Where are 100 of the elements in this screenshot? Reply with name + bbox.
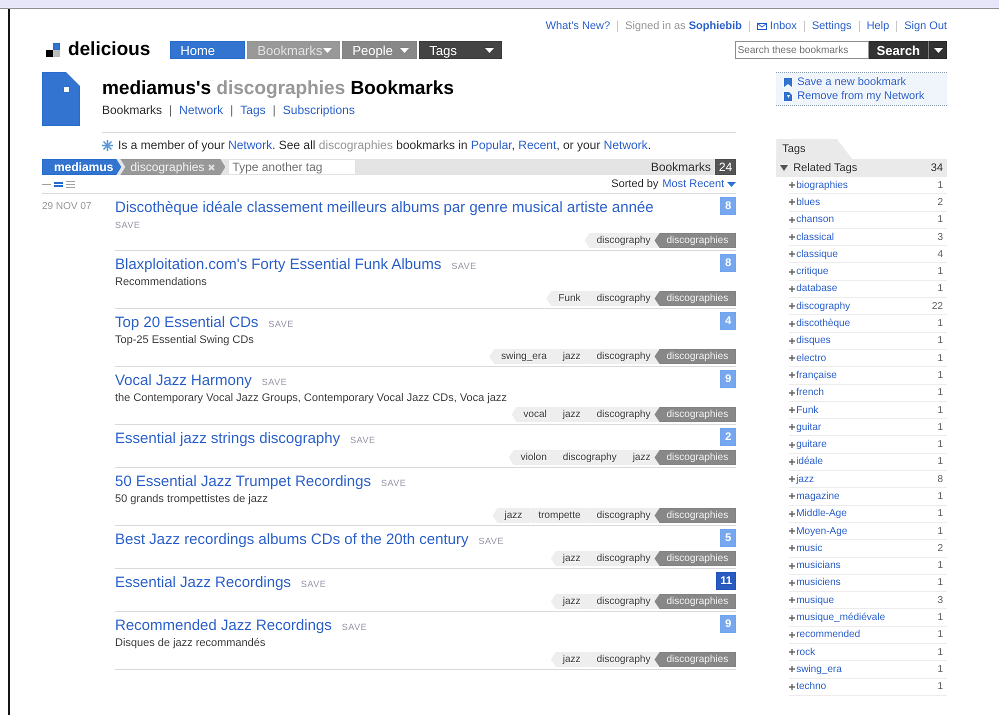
related-tag-link[interactable]: classique [796, 248, 838, 260]
save-link[interactable]: SAVE [451, 261, 477, 273]
search-button[interactable]: Search [868, 41, 928, 59]
save-link[interactable]: SAVE [268, 319, 294, 331]
related-tag-link[interactable]: electro [796, 352, 826, 364]
plus-icon [789, 338, 796, 344]
subnav-link[interactable]: Network [179, 103, 224, 117]
subnav-link[interactable]: Subscriptions [282, 103, 355, 117]
related-tag-link[interactable]: disques [796, 335, 831, 346]
action-link[interactable]: Remove from my Network [797, 90, 924, 102]
nav-tab[interactable]: People [342, 41, 418, 59]
related-tag-link[interactable]: Moyen-Age [796, 526, 848, 537]
network-link[interactable]: Recent [518, 138, 556, 152]
tag-chip[interactable]: discographies [654, 349, 736, 364]
tag-chip[interactable]: discographies [654, 233, 736, 248]
related-tag-link[interactable]: magazine [796, 490, 840, 502]
related-tag-link[interactable]: swing_era [796, 664, 842, 675]
save-link[interactable]: SAVE [115, 220, 654, 230]
related-tag-link[interactable]: musicians [796, 560, 841, 572]
subnav-link[interactable]: Tags [240, 103, 266, 117]
related-tag-link[interactable]: blues [796, 196, 820, 208]
sidebar-tab[interactable]: Tags [776, 139, 852, 159]
tag-count: 1 [937, 422, 944, 433]
help-link[interactable]: Help [866, 20, 890, 32]
tag-count: 1 [937, 646, 944, 658]
related-tag-link[interactable]: rock [796, 646, 816, 658]
network-link[interactable]: Popular [470, 138, 512, 152]
save-link[interactable]: SAVE [300, 579, 326, 591]
related-tag-link[interactable]: music [796, 542, 822, 554]
tag-chip[interactable]: discographies [654, 594, 736, 609]
inbox-link[interactable]: Inbox [756, 20, 797, 32]
tag-chip[interactable]: jazz [550, 551, 589, 566]
related-tag-link[interactable]: techno [796, 681, 826, 692]
network-link[interactable]: Network [604, 138, 648, 152]
related-tag-link[interactable]: recommended [796, 629, 860, 640]
tag-chip[interactable]: discographies [654, 407, 736, 422]
saves-count[interactable]: 11 [716, 572, 736, 590]
double-line-view-icon[interactable] [54, 180, 63, 188]
tag-chip[interactable]: discographies [654, 450, 736, 465]
tag-chip[interactable]: vocal [511, 407, 555, 422]
related-tag-link[interactable]: discography [796, 300, 850, 312]
related-tag-link[interactable]: française [796, 370, 837, 381]
bookmark-title-link[interactable]: Discothèque idéale classement meilleurs albums par genre musical artiste année [115, 199, 654, 216]
tag-chip[interactable]: jazz [550, 652, 589, 667]
tag-count: 1 [937, 681, 944, 692]
related-tag-link[interactable]: musique [796, 594, 834, 606]
tag-chip[interactable]: discographies [654, 508, 736, 523]
search-field[interactable]: Search these bookmarks [734, 41, 869, 59]
bookmark-title-link[interactable]: Vocal Jazz Harmony [115, 372, 252, 389]
tag-chip[interactable]: discographies [654, 291, 736, 306]
user-crumb[interactable]: mediamus [42, 159, 122, 175]
nav-tab[interactable]: Tags [419, 41, 502, 59]
related-tag-link[interactable]: Funk [796, 404, 818, 416]
related-tag-link[interactable]: critique [796, 266, 828, 278]
tag-chip[interactable]: Funk [546, 291, 589, 306]
tag-chip[interactable]: jazz [550, 594, 589, 609]
related-tags-header[interactable]: Related Tags 34 [776, 159, 947, 177]
bookmark-title-link[interactable]: 50 Essential Jazz Trumpet Recordings [115, 473, 371, 490]
tag-input-field[interactable]: Type another tag [229, 160, 356, 174]
action-link[interactable]: Save a new bookmark [797, 76, 906, 88]
bookmark-title-link[interactable]: Recommended Jazz Recordings [115, 617, 332, 634]
save-link[interactable]: SAVE [478, 536, 504, 548]
related-tag-link[interactable]: musique_médiévale [796, 612, 886, 624]
whats-new-link[interactable]: What's New? [546, 20, 610, 32]
tag-chip[interactable]: discographies [654, 551, 736, 566]
save-link[interactable]: SAVE [380, 478, 406, 490]
related-tag-link[interactable]: guitare [796, 439, 827, 450]
tag-chip[interactable]: jazz [492, 508, 530, 523]
related-tag-link[interactable]: biographies [796, 180, 848, 191]
sign-out-link[interactable]: Sign Out [904, 20, 947, 32]
tag-chip[interactable]: discography [584, 233, 658, 248]
related-tag-link[interactable]: discothèque [796, 318, 850, 330]
bookmark-title-link[interactable]: Essential jazz strings discography [115, 430, 340, 447]
related-tag-link[interactable]: jazz [796, 474, 814, 485]
tag-chip[interactable]: violon [508, 450, 555, 465]
sort-dropdown[interactable]: Most Recent [662, 178, 736, 190]
save-link[interactable]: SAVE [350, 435, 376, 447]
related-tag-link[interactable]: musiciens [796, 577, 841, 588]
related-tag-link[interactable]: guitar [796, 422, 822, 433]
related-tag-link[interactable]: idéale [796, 456, 823, 468]
related-tag-link[interactable]: french [796, 387, 824, 398]
user-link[interactable]: Sophiebib [688, 20, 742, 32]
save-link[interactable]: SAVE [262, 377, 288, 389]
bookmark-title-link[interactable]: Top 20 Essential CDs [115, 314, 258, 331]
search-dropdown-button[interactable] [928, 41, 947, 59]
save-link[interactable]: SAVE [342, 622, 368, 634]
network-link[interactable]: Network [228, 138, 272, 152]
tag-count: 1 [937, 490, 944, 502]
related-tag-link[interactable]: chanson [796, 214, 834, 226]
related-tag-link[interactable]: Middle-Age [796, 508, 847, 520]
nav-tab[interactable]: Home [170, 41, 246, 59]
bookmark-title-link[interactable]: Essential Jazz Recordings [115, 574, 291, 591]
related-tag-link[interactable]: classical [796, 232, 834, 243]
bookmark-title-link[interactable]: Best Jazz recordings albums CDs of the 20th century [115, 531, 468, 548]
bookmark-title-link[interactable]: Blaxploitation.com's Forty Essential Funk Albums [115, 256, 442, 273]
subnav-link[interactable]: Bookmarks [102, 103, 162, 117]
tag-chip[interactable]: discographies [654, 652, 736, 667]
tag-chip[interactable]: swing_era [489, 349, 555, 364]
settings-link[interactable]: Settings [812, 20, 852, 32]
related-tag-link[interactable]: database [796, 283, 838, 294]
